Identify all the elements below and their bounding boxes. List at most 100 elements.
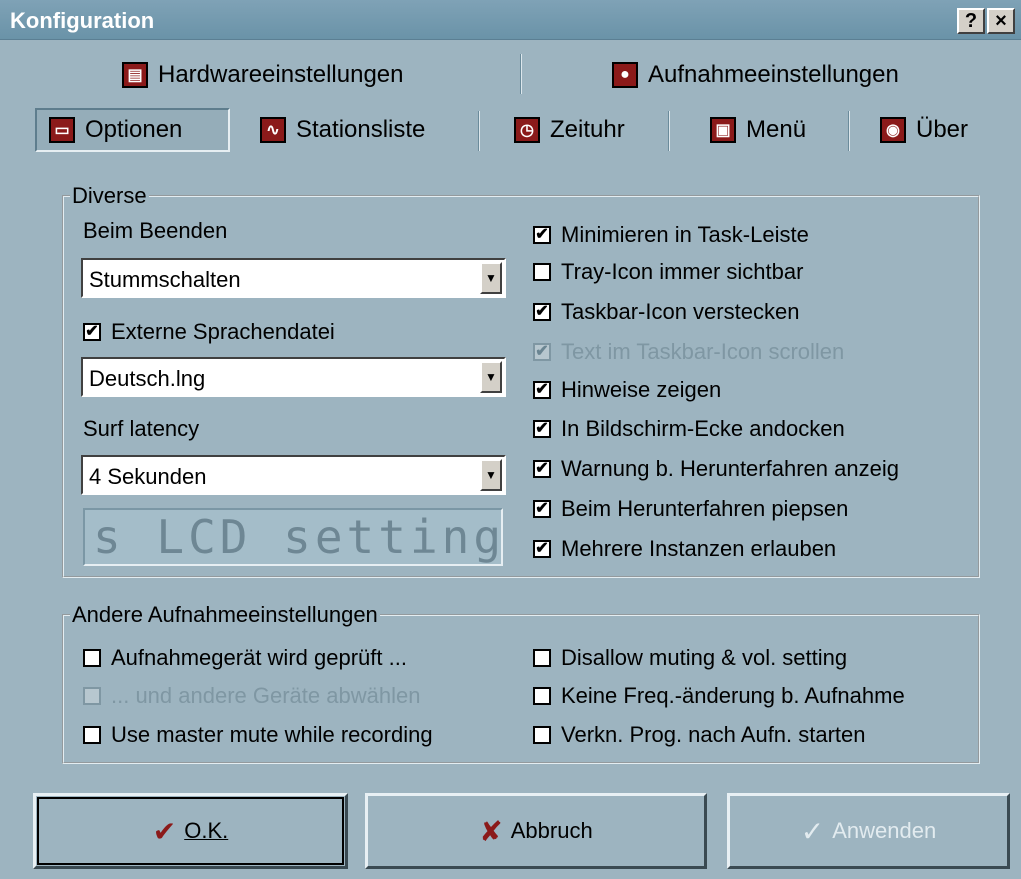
- button-label: Anwenden: [832, 818, 937, 843]
- stationlist-icon: ∿: [260, 117, 286, 143]
- surf-latency-label: Surf latency: [83, 416, 200, 441]
- tab-stationsliste[interactable]: ∿ Stationsliste: [248, 108, 437, 152]
- checkbox-box[interactable]: ✔: [533, 381, 551, 399]
- checkbox-warnung-herunterfahren[interactable]: ✔ Warnung b. Herunterfahren anzeig: [533, 456, 899, 482]
- beim-beenden-label: Beim Beenden: [83, 218, 228, 243]
- close-button[interactable]: ×: [987, 8, 1015, 34]
- chevron-down-icon[interactable]: ▼: [480, 361, 502, 393]
- help-button[interactable]: ?: [957, 8, 985, 34]
- beim-beenden-select[interactable]: Stummschalten ▼: [81, 258, 506, 298]
- tab-label: Über: [916, 116, 969, 143]
- checkbox-label: Aufnahmegerät wird geprüft ...: [111, 645, 407, 670]
- x-cancel-icon: ✘: [479, 815, 503, 847]
- tab-label: Menü: [746, 116, 807, 143]
- checkbox-label: Minimieren in Task-Leiste: [561, 222, 809, 247]
- checkbox-taskbar-icon-verstecken[interactable]: ✔ Taskbar-Icon verstecken: [533, 299, 799, 325]
- checkbox-box[interactable]: [533, 687, 551, 705]
- checkbox-label: In Bildschirm-Ecke andocken: [561, 416, 845, 441]
- checkbox-label: Warnung b. Herunterfahren anzeig: [561, 456, 899, 481]
- group-legend: Diverse: [70, 183, 149, 209]
- hardware-icon: ▤: [122, 62, 148, 88]
- cancel-button[interactable]: ✘ Abbruch: [365, 793, 707, 869]
- tab-row-2: ▭ Optionen ∿ Stationsliste ◷ Zeituhr ▣ M…: [0, 105, 1021, 155]
- checkbox-box[interactable]: ✔: [533, 420, 551, 438]
- clock-icon: ◷: [514, 117, 540, 143]
- checkbox-label: Mehrere Instanzen erlauben: [561, 536, 837, 561]
- tab-optionen[interactable]: ▭ Optionen: [35, 108, 230, 152]
- chevron-down-icon[interactable]: ▼: [480, 459, 502, 491]
- select-value: 4 Sekunden: [89, 464, 207, 489]
- record-icon: ●: [612, 62, 638, 88]
- checkbox-label: Verkn. Prog. nach Aufn. starten: [561, 722, 866, 747]
- checkbox-box[interactable]: [533, 726, 551, 744]
- select-value: Deutsch.lng: [89, 366, 206, 391]
- checkbox-mehrere-instanzen[interactable]: ✔ Mehrere Instanzen erlauben: [533, 536, 836, 562]
- checkbox-verkn-prog-starten[interactable]: Verkn. Prog. nach Aufn. starten: [533, 722, 866, 748]
- menu-icon: ▣: [710, 117, 736, 143]
- checkbox-label: Hinweise zeigen: [561, 377, 722, 402]
- checkmark-icon: ✓: [800, 815, 825, 847]
- tab-label: Stationsliste: [296, 116, 426, 143]
- tab-row-1: ▤ Hardwareeinstellungen ● Aufnahmeeinste…: [0, 50, 1021, 100]
- checkbox-box[interactable]: ✔: [533, 540, 551, 558]
- tab-label: Aufnahmeeinstellungen: [648, 61, 899, 88]
- checkbox-label: Tray-Icon immer sichtbar: [561, 259, 804, 284]
- checkbox-herunterfahren-piepsen[interactable]: ✔ Beim Herunterfahren piepsen: [533, 496, 848, 522]
- tab-menu[interactable]: ▣ Menü: [698, 108, 818, 152]
- checkbox-box: ✔: [533, 343, 551, 361]
- checkbox-box[interactable]: ✔: [83, 323, 101, 341]
- sprachdatei-select[interactable]: Deutsch.lng ▼: [81, 357, 506, 397]
- checkbox-box: [83, 687, 101, 705]
- checkbox-box[interactable]: [83, 726, 101, 744]
- checkbox-box[interactable]: [83, 649, 101, 667]
- checkbox-aufnahmegeraet-geprueft[interactable]: Aufnahmegerät wird geprüft ...: [83, 645, 407, 671]
- about-icon: ◉: [880, 117, 906, 143]
- checkbox-label: Use master mute while recording: [111, 722, 433, 747]
- checkbox-minimieren[interactable]: ✔ Minimieren in Task-Leiste: [533, 222, 809, 248]
- tab-label: Hardwareeinstellungen: [158, 61, 404, 88]
- checkbox-label: Disallow muting & vol. setting: [561, 645, 848, 670]
- checkbox-box[interactable]: [533, 649, 551, 667]
- tab-label: Optionen: [85, 116, 183, 143]
- checkbox-box[interactable]: [533, 263, 551, 281]
- checkbox-box[interactable]: ✔: [533, 500, 551, 518]
- checkbox-disallow-muting[interactable]: Disallow muting & vol. setting: [533, 645, 847, 671]
- checkmark-icon: ✔: [152, 815, 177, 847]
- button-label: O.K.: [184, 818, 229, 843]
- checkbox-tray-icon[interactable]: Tray-Icon immer sichtbar: [533, 259, 803, 285]
- checkbox-externe-sprachendatei[interactable]: ✔ Externe Sprachendatei: [83, 319, 335, 345]
- checkbox-label: Beim Herunterfahren piepsen: [561, 496, 849, 521]
- tab-ueber[interactable]: ◉ Über: [868, 108, 980, 152]
- tab-separator: [848, 111, 850, 151]
- checkbox-bildschirm-ecke[interactable]: ✔ In Bildschirm-Ecke andocken: [533, 416, 845, 442]
- tab-zeituhr[interactable]: ◷ Zeituhr: [502, 108, 637, 152]
- checkbox-label: Keine Freq.-änderung b. Aufnahme: [561, 683, 905, 708]
- checkbox-label: ... und andere Geräte abwählen: [111, 683, 421, 708]
- tab-label: Zeituhr: [550, 116, 625, 143]
- checkbox-box[interactable]: ✔: [533, 226, 551, 244]
- apply-button: ✓ Anwenden: [727, 793, 1010, 869]
- checkbox-keine-freq-aenderung[interactable]: Keine Freq.-änderung b. Aufnahme: [533, 683, 968, 709]
- tab-separator: [668, 111, 670, 151]
- group-legend: Andere Aufnahmeeinstellungen: [70, 602, 380, 628]
- checkbox-label: Text im Taskbar-Icon scrollen: [561, 339, 845, 364]
- window-title: Konfiguration: [10, 8, 155, 33]
- checkbox-andere-geraete-abwaehlen: ... und andere Geräte abwählen: [83, 683, 420, 709]
- button-label: Abbruch: [510, 818, 593, 843]
- tab-separator: [520, 54, 522, 94]
- checkbox-hinweise-zeigen[interactable]: ✔ Hinweise zeigen: [533, 377, 721, 403]
- select-value: Stummschalten: [89, 267, 241, 292]
- checkbox-label: Taskbar-Icon verstecken: [561, 299, 800, 324]
- tab-aufnahmeeinstellungen[interactable]: ● Aufnahmeeinstellungen: [600, 53, 911, 97]
- tab-hardwareeinstellungen[interactable]: ▤ Hardwareeinstellungen: [110, 53, 415, 97]
- checkbox-master-mute[interactable]: Use master mute while recording: [83, 722, 433, 748]
- checkbox-text-scrollen: ✔ Text im Taskbar-Icon scrollen: [533, 339, 844, 365]
- ok-button[interactable]: ✔ O.K.: [33, 793, 348, 869]
- checkbox-box[interactable]: ✔: [533, 303, 551, 321]
- checkbox-box[interactable]: ✔: [533, 460, 551, 478]
- surf-latency-select[interactable]: 4 Sekunden ▼: [81, 455, 506, 495]
- chevron-down-icon[interactable]: ▼: [480, 262, 502, 294]
- checkbox-label: Externe Sprachendatei: [111, 319, 335, 344]
- lcd-setting-display[interactable]: s LCD setting: [83, 508, 503, 566]
- title-bar: Konfiguration ? ×: [0, 0, 1021, 40]
